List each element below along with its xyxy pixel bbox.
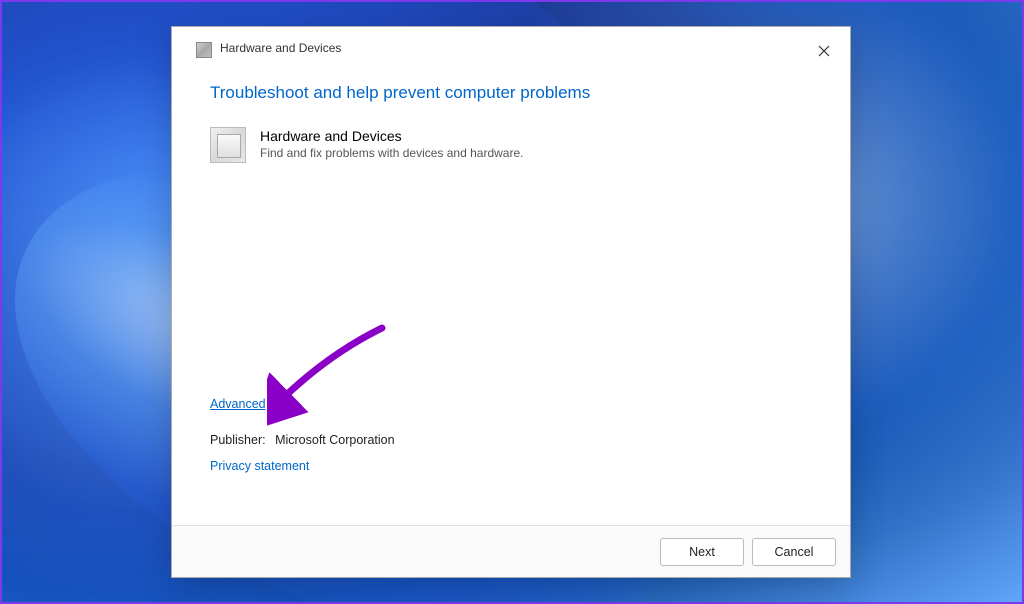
window-title: Hardware and Devices <box>220 41 812 55</box>
troubleshooter-dialog: Hardware and Devices Troubleshoot and he… <box>171 26 851 578</box>
publisher-label: Publisher: <box>210 433 266 447</box>
window-icon <box>196 42 212 58</box>
privacy-statement-link[interactable]: Privacy statement <box>210 459 309 473</box>
troubleshooter-item: Hardware and Devices Find and fix proble… <box>210 127 812 163</box>
item-text-block: Hardware and Devices Find and fix proble… <box>260 127 812 160</box>
publisher-row: Publisher: Microsoft Corporation <box>210 433 395 447</box>
cancel-button[interactable]: Cancel <box>752 538 836 566</box>
item-title: Hardware and Devices <box>260 128 812 144</box>
close-icon <box>818 45 830 57</box>
hardware-icon <box>210 127 246 163</box>
close-button[interactable] <box>812 39 836 63</box>
advanced-link[interactable]: Advanced <box>210 397 266 411</box>
item-description: Find and fix problems with devices and h… <box>260 146 812 160</box>
next-button[interactable]: Next <box>660 538 744 566</box>
button-bar: Next Cancel <box>172 525 850 577</box>
page-heading: Troubleshoot and help prevent computer p… <box>210 83 812 103</box>
dialog-content: Troubleshoot and help prevent computer p… <box>172 71 850 525</box>
titlebar: Hardware and Devices <box>172 27 850 71</box>
publisher-value: Microsoft Corporation <box>275 433 395 447</box>
